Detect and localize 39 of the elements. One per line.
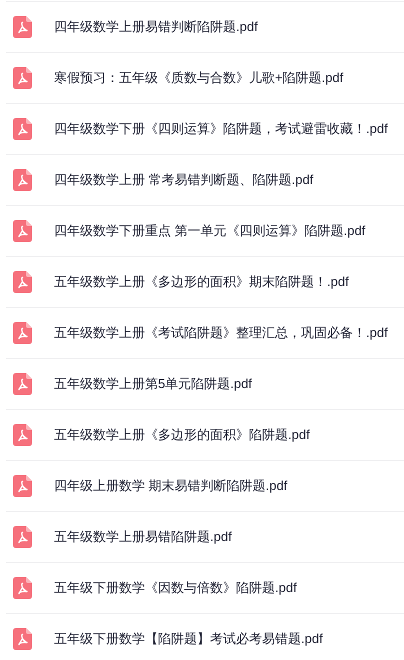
file-row[interactable]: 五年级数学上册《考试陷阱题》整理汇总，巩固必备！.pdf: [6, 307, 404, 358]
file-name: 五年级数学上册《多边形的面积》陷阱题.pdf: [54, 426, 310, 444]
file-row[interactable]: 四年级数学上册 常考易错判断题、陷阱题.pdf: [6, 154, 404, 205]
file-row[interactable]: 五年级下册数学【陷阱题】考试必考易错题.pdf: [6, 613, 404, 660]
file-row[interactable]: 寒假预习：五年级《质数与合数》儿歌+陷阱题.pdf: [6, 52, 404, 103]
file-row[interactable]: 四年级数学下册《四则运算》陷阱题，考试避雷收藏！.pdf: [6, 103, 404, 154]
file-name: 五年级下册数学【陷阱题】考试必考易错题.pdf: [54, 630, 323, 648]
file-row[interactable]: 五年级数学上册易错陷阱题.pdf: [6, 511, 404, 562]
pdf-file-icon: [13, 628, 32, 650]
file-name: 五年级数学上册《考试陷阱题》整理汇总，巩固必备！.pdf: [54, 324, 388, 342]
pdf-file-icon: [13, 526, 32, 548]
pdf-file-icon: [13, 16, 32, 38]
file-row[interactable]: 五年级数学上册《多边形的面积》陷阱题.pdf: [6, 409, 404, 460]
file-row[interactable]: 四年级数学上册易错判断陷阱题.pdf: [6, 1, 404, 52]
pdf-file-icon: [13, 424, 32, 446]
pdf-file-icon: [13, 271, 32, 293]
file-row[interactable]: 四年级数学下册重点 第一单元《四则运算》陷阱题.pdf: [6, 205, 404, 256]
file-row[interactable]: 四年级上册数学 期末易错判断陷阱题.pdf: [6, 460, 404, 511]
file-row[interactable]: 五年级下册数学《因数与倍数》陷阱题.pdf: [6, 562, 404, 613]
pdf-file-icon: [13, 220, 32, 242]
file-name: 四年级数学下册重点 第一单元《四则运算》陷阱题.pdf: [54, 222, 366, 240]
file-name: 五年级数学上册第5单元陷阱题.pdf: [54, 375, 252, 394]
file-row[interactable]: 五年级数学上册《多边形的面积》期末陷阱题！.pdf: [6, 256, 404, 307]
file-name: 五年级下册数学《因数与倍数》陷阱题.pdf: [54, 579, 297, 598]
file-name: 四年级数学下册《四则运算》陷阱题，考试避雷收藏！.pdf: [54, 120, 388, 138]
pdf-file-icon: [13, 169, 32, 191]
file-name: 四年级数学上册 常考易错判断题、陷阱题.pdf: [54, 171, 314, 190]
pdf-file-icon: [13, 322, 32, 344]
file-name: 四年级数学上册易错判断陷阱题.pdf: [54, 18, 258, 36]
file-name: 五年级数学上册易错陷阱题.pdf: [54, 528, 232, 546]
file-name: 寒假预习：五年级《质数与合数》儿歌+陷阱题.pdf: [54, 69, 344, 88]
pdf-file-icon: [13, 577, 32, 599]
pdf-file-icon: [13, 67, 32, 89]
pdf-file-icon: [13, 118, 32, 140]
file-row[interactable]: 五年级数学上册第5单元陷阱题.pdf: [6, 358, 404, 409]
file-name: 五年级数学上册《多边形的面积》期末陷阱题！.pdf: [54, 273, 349, 292]
file-name: 四年级上册数学 期末易错判断陷阱题.pdf: [54, 477, 288, 496]
pdf-file-icon: [13, 373, 32, 395]
pdf-file-icon: [13, 475, 32, 497]
